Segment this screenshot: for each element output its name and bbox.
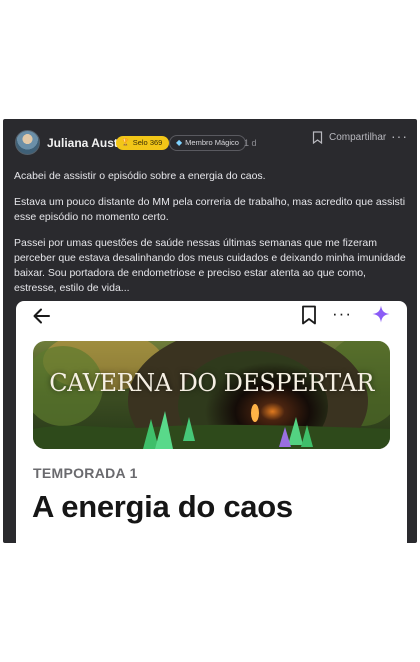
diamond-icon: ◆ (176, 138, 183, 147)
share-label: Compartilhar (329, 131, 387, 143)
season-label: TEMPORADA 1 (33, 465, 138, 481)
episode-embed[interactable]: ··· CAVERNA DO DESPERTAR TEMPORADA 1 A e… (16, 301, 407, 543)
trophy-icon: 🏆 (121, 139, 130, 146)
more-horizontal-icon[interactable]: ··· (332, 304, 352, 324)
bookmark-icon (312, 130, 323, 144)
cover-title: CAVERNA DO DESPERTAR (49, 369, 374, 397)
post-paragraph: Acabei de assistir o episódio sobre a en… (14, 170, 266, 182)
more-options-button[interactable]: ··· (391, 129, 408, 143)
selo-badge: 🏆 Selo 369 (116, 136, 170, 150)
arrow-left-icon[interactable] (32, 306, 52, 326)
selo-badge-label: Selo 369 (132, 138, 163, 147)
bookmark-icon[interactable] (301, 305, 317, 325)
share-button[interactable]: Compartilhar (312, 129, 386, 145)
post-paragraph: Passei por umas questões de saúde nessas… (14, 237, 406, 294)
episode-cover-image: CAVERNA DO DESPERTAR (33, 341, 390, 449)
episode-title[interactable]: A energia do caos (32, 489, 293, 525)
post-time: 1 d (244, 138, 257, 148)
membro-badge: ◆ Membro Mágico (169, 135, 246, 151)
post-body: Acabei de assistir o episódio sobre a en… (14, 169, 408, 307)
embed-toolbar: ··· (16, 301, 407, 333)
post-card: Juliana Austim 🏆 Selo 369 ◆ Membro Mágic… (3, 119, 417, 543)
post-header: Juliana Austim 🏆 Selo 369 ◆ Membro Mágic… (3, 119, 417, 167)
sparkle-icon[interactable] (372, 305, 390, 323)
avatar[interactable] (15, 130, 40, 155)
post-paragraph: Estava um pouco distante do MM pela corr… (14, 196, 406, 223)
membro-badge-label: Membro Mágico (185, 138, 239, 147)
